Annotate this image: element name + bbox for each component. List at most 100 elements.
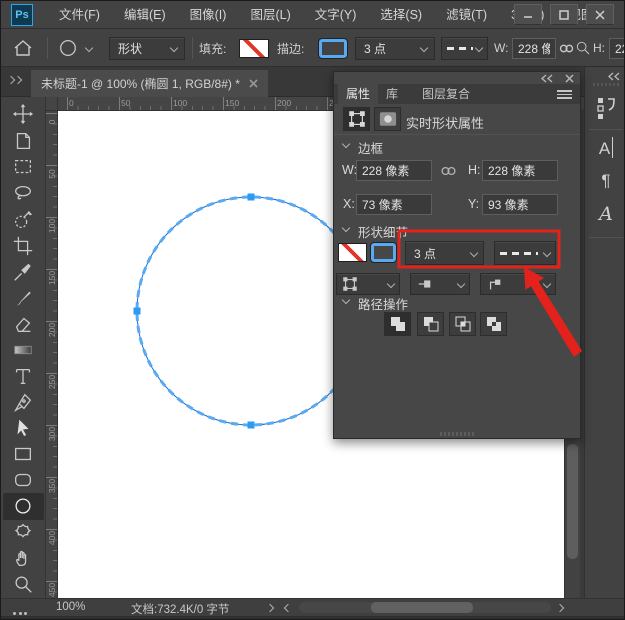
- menu-edit[interactable]: 编辑(E): [112, 1, 178, 29]
- search-button[interactable]: [575, 29, 591, 67]
- stroke-align-select[interactable]: [336, 273, 400, 295]
- fill-swatch[interactable]: [239, 39, 269, 58]
- close-button[interactable]: [586, 4, 614, 25]
- combine-shapes-icon: [389, 315, 407, 333]
- menu-file[interactable]: 文件(F): [47, 1, 112, 29]
- exclude-shapes-button[interactable]: [480, 312, 507, 336]
- panel-resize-grip[interactable]: [440, 432, 474, 436]
- artboard-tool[interactable]: [11, 129, 35, 153]
- dock-divider: [589, 237, 623, 238]
- dock-properties-panel-icon[interactable]: [585, 95, 625, 126]
- menu-image[interactable]: 图像(I): [178, 1, 239, 29]
- panel-dock: A​ ¶ A: [584, 67, 625, 598]
- intersect-shapes-button[interactable]: [449, 312, 476, 336]
- minimize-button[interactable]: [514, 4, 542, 25]
- menu-type[interactable]: 文字(Y): [303, 1, 369, 29]
- document-tab[interactable]: 未标题-1 @ 100% (椭圆 1, RGB/8#) *: [31, 70, 268, 97]
- live-shape-mode-button[interactable]: [343, 107, 370, 131]
- move-tool[interactable]: [11, 102, 35, 126]
- home-button[interactable]: [11, 29, 35, 67]
- stroke-align-icon: [342, 276, 358, 292]
- subtract-shape-button[interactable]: [417, 312, 444, 336]
- ruler-tick-label: 450: [47, 580, 57, 600]
- dash-pattern-icon: [447, 47, 473, 50]
- dock-character-panel-icon[interactable]: A​: [585, 139, 625, 159]
- stroke-cap-select[interactable]: [410, 273, 470, 295]
- ruler-tick-label: 150: [47, 268, 57, 288]
- dock-glyphs-panel-icon[interactable]: A: [585, 203, 625, 225]
- stroke-swatch[interactable]: [319, 39, 347, 58]
- quick-selection-tool[interactable]: [11, 208, 35, 232]
- panel-menu-icon[interactable]: [557, 88, 572, 101]
- type-tool[interactable]: [11, 364, 35, 388]
- rounded-rectangle-tool[interactable]: [11, 468, 35, 492]
- maximize-button[interactable]: [550, 4, 578, 25]
- tool-preset-dropdown[interactable]: [57, 29, 92, 67]
- rectangular-marquee-tool[interactable]: [11, 155, 35, 179]
- lasso-tool[interactable]: [11, 181, 35, 205]
- toolbar-expand-icon[interactable]: [8, 77, 21, 83]
- masks-mode-button[interactable]: [374, 107, 401, 131]
- horizontal-scrollbar[interactable]: [299, 602, 551, 613]
- tab-properties[interactable]: 属性: [338, 84, 378, 104]
- custom-shape-tool[interactable]: [11, 520, 35, 544]
- y-field[interactable]: [482, 194, 558, 215]
- marquee-tool-icon: [12, 156, 34, 178]
- panel-stroke-swatch[interactable]: [371, 243, 396, 262]
- shape-details-collapse-icon[interactable]: [342, 224, 350, 232]
- tool-mode-select[interactable]: 形状: [109, 37, 185, 60]
- shape-height-field[interactable]: [609, 38, 625, 59]
- document-info: 文档:732.4K/0 字节: [131, 601, 229, 617]
- x-field[interactable]: [356, 194, 432, 215]
- panel-stroke-width-select[interactable]: 3 点: [405, 241, 484, 265]
- zoom-tool-icon: [12, 573, 34, 595]
- zoom-tool[interactable]: [11, 572, 35, 596]
- rectangle-tool[interactable]: [11, 442, 35, 466]
- tab-close-icon[interactable]: [249, 79, 258, 88]
- menu-select[interactable]: 选择(S): [368, 1, 434, 29]
- stroke-type-select[interactable]: [441, 37, 488, 60]
- stroke-corner-select[interactable]: [480, 273, 556, 295]
- close-panel-icon[interactable]: [565, 74, 574, 83]
- zoom-level-field[interactable]: 100%: [56, 601, 85, 613]
- hand-tool[interactable]: [11, 546, 35, 570]
- brush-tool[interactable]: [11, 286, 35, 310]
- dock-grip[interactable]: [593, 83, 619, 86]
- collapse-panel-icon[interactable]: [540, 74, 553, 83]
- scroll-right-icon[interactable]: [556, 604, 564, 612]
- horizontal-scrollbar-thumb[interactable]: [371, 602, 473, 613]
- ellipse-tool[interactable]: [11, 494, 35, 518]
- panel-fill-swatch[interactable]: [338, 243, 367, 262]
- h-field[interactable]: [482, 160, 558, 181]
- mask-icon: [379, 111, 397, 127]
- dock-paragraph-panel-icon[interactable]: ¶: [585, 171, 625, 191]
- menu-filter[interactable]: 滤镜(T): [434, 1, 499, 29]
- menu-layer[interactable]: 图层(L): [238, 1, 302, 29]
- stroke-corner-icon: [487, 276, 503, 292]
- path-ops-collapse-icon[interactable]: [342, 296, 350, 304]
- expand-dock-icon[interactable]: [607, 72, 620, 81]
- gradient-tool[interactable]: [11, 338, 35, 362]
- combine-shapes-button[interactable]: [384, 312, 411, 336]
- pen-tool[interactable]: [11, 390, 35, 414]
- ruler-tick-label: 50: [47, 164, 57, 184]
- link-dimensions-button[interactable]: [559, 29, 574, 67]
- w-field[interactable]: [356, 160, 432, 181]
- direct-selection-tool[interactable]: [11, 416, 35, 440]
- ruler-tick-label: 400: [47, 528, 57, 548]
- tab-library[interactable]: 库: [378, 84, 406, 104]
- vertical-scrollbar-thumb[interactable]: [567, 444, 578, 559]
- tab-layer-comps[interactable]: 图层复合: [414, 84, 478, 104]
- crop-tool[interactable]: [11, 234, 35, 258]
- ruler-origin-box[interactable]: [46, 97, 58, 111]
- bounds-collapse-icon[interactable]: [342, 140, 350, 148]
- ruler-tick-label: 0: [47, 112, 57, 132]
- eyedropper-tool[interactable]: [11, 260, 35, 284]
- scroll-left-icon[interactable]: [284, 604, 292, 612]
- shape-width-field[interactable]: [512, 38, 556, 59]
- eraser-tool[interactable]: [11, 312, 35, 336]
- link-wh-icon[interactable]: [440, 165, 457, 177]
- status-expand-icon[interactable]: [266, 604, 274, 612]
- stroke-width-select[interactable]: 3 点: [355, 37, 435, 60]
- panel-stroke-type-select[interactable]: [494, 241, 556, 265]
